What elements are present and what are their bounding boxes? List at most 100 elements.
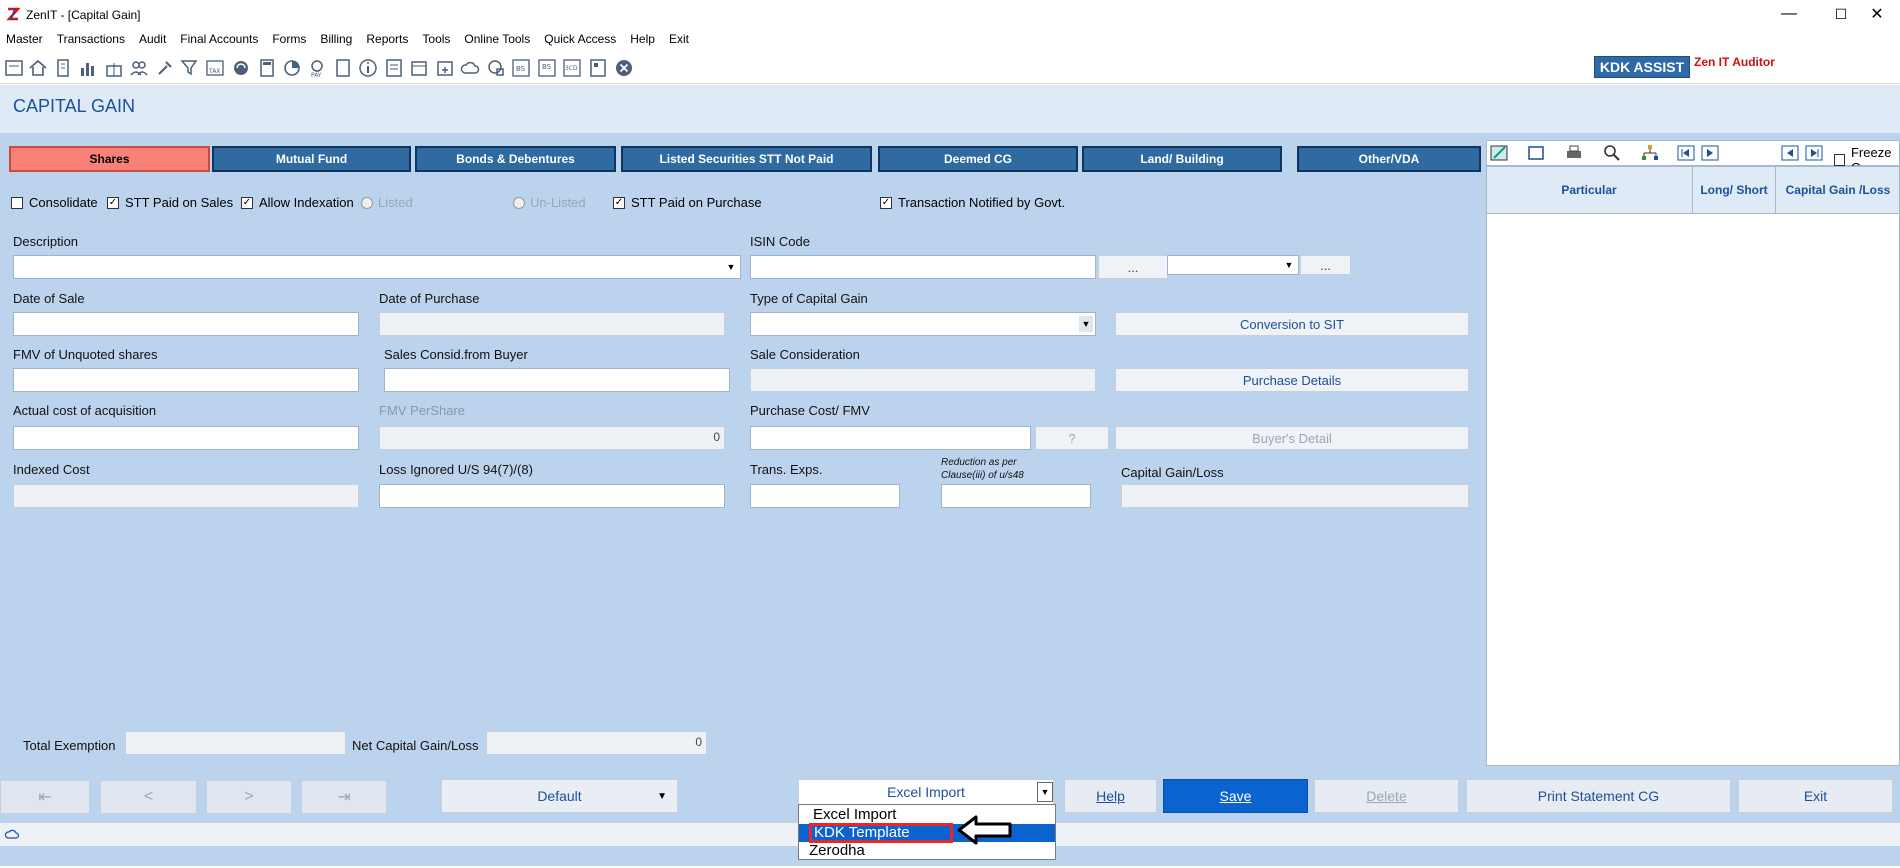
total-exemption-input[interactable]: [125, 731, 346, 755]
tax-icon[interactable]: TAX: [204, 57, 226, 79]
allow-indexation-box[interactable]: ✓: [241, 196, 253, 209]
tab-other-vda[interactable]: Other/VDA: [1297, 146, 1481, 172]
search-icon[interactable]: [1601, 142, 1623, 164]
buyers-detail-button[interactable]: Buyer's Detail: [1115, 426, 1469, 450]
menu-quick-access[interactable]: Quick Access: [544, 32, 616, 46]
minimize-button[interactable]: —: [1766, 0, 1812, 28]
fmv-pershare-input[interactable]: 0: [379, 426, 725, 450]
grid-report-icon[interactable]: [587, 57, 609, 79]
calculator-icon[interactable]: [256, 57, 278, 79]
isin-lookup-button[interactable]: ...: [1098, 255, 1168, 279]
net-capital-gain-input[interactable]: 0: [486, 731, 707, 755]
prev-button[interactable]: <: [100, 780, 197, 814]
first-button[interactable]: ⇤: [0, 780, 90, 814]
tab-bonds-debentures[interactable]: Bonds & Debentures: [415, 146, 616, 172]
purchase-details-button[interactable]: Purchase Details: [1115, 368, 1469, 392]
pie-chart-icon[interactable]: [281, 57, 303, 79]
calendar-icon[interactable]: [408, 57, 430, 79]
last-button[interactable]: ⇥: [301, 780, 387, 814]
users-icon[interactable]: [128, 57, 150, 79]
last-record-icon[interactable]: [1803, 142, 1825, 164]
tab-deemed-cg[interactable]: Deemed CG: [878, 146, 1078, 172]
bs-adv-icon[interactable]: BS: [536, 57, 558, 79]
menu-online-tools[interactable]: Online Tools: [464, 32, 530, 46]
gift-icon[interactable]: [103, 57, 125, 79]
next-button[interactable]: >: [206, 780, 292, 814]
default-dropdown[interactable]: Default ▼: [441, 779, 678, 813]
col-particular[interactable]: Particular: [1486, 166, 1693, 214]
export-icon[interactable]: [1525, 142, 1547, 164]
cloud-upload-icon[interactable]: [459, 57, 481, 79]
consolidate-box[interactable]: [11, 196, 23, 209]
hierarchy-icon[interactable]: [1639, 142, 1661, 164]
date-of-purchase-input[interactable]: [379, 312, 725, 336]
bs-report-icon[interactable]: BS: [510, 57, 532, 79]
conversion-to-sit-button[interactable]: Conversion to SIT: [1115, 312, 1469, 336]
type-of-capital-gain-dropdown[interactable]: ▼: [750, 312, 1096, 336]
3cd-icon[interactable]: 3CD: [561, 57, 583, 79]
fmv-unquoted-shares-input[interactable]: [13, 368, 359, 392]
building-icon[interactable]: [52, 57, 74, 79]
isin-code-input[interactable]: [750, 255, 1096, 279]
stt-sales-box[interactable]: ✓: [107, 196, 119, 209]
menu-master[interactable]: Master: [6, 32, 43, 46]
menu-transactions[interactable]: Transactions: [57, 32, 125, 46]
stt-paid-on-sales-checkbox[interactable]: ✓ STT Paid on Sales: [107, 195, 233, 210]
import-option-kdk-template[interactable]: KDK Template: [799, 823, 1055, 843]
tab-listed-securities-stt-not-paid[interactable]: Listed Securities STT Not Paid: [621, 146, 872, 172]
save-button[interactable]: Save: [1163, 779, 1308, 813]
print-statement-cg-button[interactable]: Print Statement CG: [1466, 779, 1731, 813]
tab-mutual-fund[interactable]: Mutual Fund: [212, 146, 411, 172]
stt-purchase-box[interactable]: ✓: [613, 196, 625, 209]
kdk-assist-button[interactable]: KDK ASSIST: [1594, 56, 1690, 78]
listed-radio[interactable]: Listed: [361, 195, 413, 210]
date-of-sale-input[interactable]: [13, 312, 359, 336]
freeze-box[interactable]: [1834, 154, 1845, 166]
form-icon[interactable]: [383, 57, 405, 79]
info-icon[interactable]: [357, 57, 379, 79]
indexed-cost-input[interactable]: [13, 484, 359, 508]
capital-gain-loss-input[interactable]: [1121, 484, 1469, 508]
loss-ignored-input[interactable]: [379, 484, 725, 508]
allow-indexation-checkbox[interactable]: ✓ Allow Indexation: [241, 195, 354, 210]
ledger-icon[interactable]: [3, 57, 25, 79]
import-dropdown[interactable]: Excel Import ▼: [798, 779, 1054, 805]
description-dropdown[interactable]: ▼: [13, 255, 741, 279]
close-circle-icon[interactable]: [613, 57, 635, 79]
sale-consideration-input[interactable]: [750, 368, 1096, 392]
listed-radio-dot[interactable]: [361, 196, 373, 209]
trans-exps-input[interactable]: [750, 484, 900, 508]
unlisted-radio[interactable]: Un-Listed: [513, 195, 586, 210]
chat-icon[interactable]: [485, 57, 507, 79]
close-window-button[interactable]: ✕: [1854, 0, 1900, 28]
col-capital-gain-loss[interactable]: Capital Gain /Loss: [1776, 166, 1900, 214]
next-record-icon[interactable]: [1699, 142, 1721, 164]
menu-help[interactable]: Help: [630, 32, 655, 46]
import-option-zerodha[interactable]: Zerodha: [799, 842, 1055, 860]
notified-box[interactable]: ✓: [880, 196, 892, 209]
menu-reports[interactable]: Reports: [366, 32, 408, 46]
import-option-excel[interactable]: Excel Import: [799, 806, 1055, 824]
purchase-cost-help-button[interactable]: ?: [1035, 426, 1109, 450]
tab-shares[interactable]: Shares: [9, 146, 210, 172]
purchase-cost-fmv-input[interactable]: [750, 426, 1031, 450]
menu-billing[interactable]: Billing: [320, 32, 352, 46]
edit-icon[interactable]: [1489, 142, 1511, 164]
unlisted-radio-dot[interactable]: [513, 196, 525, 209]
menu-exit[interactable]: Exit: [669, 32, 689, 46]
chevron-down-icon[interactable]: ▼: [1282, 257, 1296, 273]
stt-paid-on-purchase-checkbox[interactable]: ✓ STT Paid on Purchase: [613, 195, 762, 210]
menu-final-accounts[interactable]: Final Accounts: [180, 32, 258, 46]
sales-consid-from-buyer-input[interactable]: [384, 368, 730, 392]
delete-button[interactable]: Delete: [1314, 779, 1459, 813]
tools-icon[interactable]: [154, 57, 176, 79]
chevron-down-icon[interactable]: ▼: [657, 791, 667, 802]
book-icon[interactable]: [332, 57, 354, 79]
actual-cost-input[interactable]: [13, 426, 359, 450]
refresh-icon[interactable]: [230, 57, 252, 79]
tab-land-building[interactable]: Land/ Building: [1082, 146, 1282, 172]
menu-forms[interactable]: Forms: [272, 32, 306, 46]
col-long-short[interactable]: Long/ Short: [1693, 166, 1776, 214]
chevron-down-icon[interactable]: ▼: [1079, 316, 1093, 332]
consolidate-checkbox[interactable]: Consolidate: [11, 195, 98, 210]
